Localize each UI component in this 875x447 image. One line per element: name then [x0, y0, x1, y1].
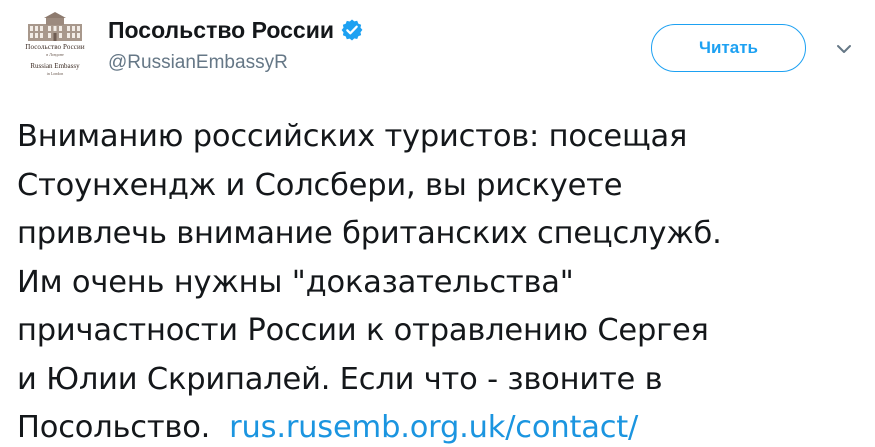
tweet-line-text: Посольство.: [17, 410, 211, 445]
display-name[interactable]: Посольство России: [108, 17, 334, 44]
user-handle[interactable]: @RussianEmbassyR: [108, 52, 364, 74]
avatar-text-ru-sub: в Лондоне: [46, 52, 64, 57]
contact-link[interactable]: rus.rusemb.org.uk/contact/: [229, 410, 638, 445]
avatar-text-en: Russian Embassy: [30, 62, 80, 70]
tweet-header: Посольство России в Лондоне Russian Emba…: [0, 0, 875, 95]
follow-button[interactable]: Читать: [651, 24, 806, 72]
tweet-line: и Юлии Скрипалей. Если что - звоните в: [17, 361, 663, 397]
tweet-line: Стоунхендж и Солсбери, вы рискуете: [17, 167, 623, 203]
tweet-line: Вниманию российских туристов: посещая: [17, 119, 688, 154]
tweet-line: Им очень нужны "доказательства": [17, 264, 574, 300]
display-name-row: Посольство России: [108, 14, 364, 46]
avatar[interactable]: Посольство России в Лондоне Russian Emba…: [14, 12, 96, 84]
tweet-last-line: Посольство. rus.rusemb.org.uk/contact/: [17, 404, 867, 447]
avatar-text-en-sub: in London: [46, 71, 64, 76]
embassy-building-icon: [28, 12, 82, 41]
tweet-text: Вниманию российских туристов: посещая Ст…: [17, 113, 867, 447]
chevron-down-icon[interactable]: [833, 38, 855, 60]
tweet-line: причастности России к отравлению Сергея: [17, 313, 709, 348]
verified-badge-icon: [340, 18, 364, 42]
avatar-text-ru: Посольство России: [25, 43, 85, 51]
tweet-line: привлечь внимание британских спецслужб.: [17, 216, 722, 251]
account-names: Посольство России @RussianEmbassyR: [108, 14, 364, 74]
tweet: Посольство России в Лондоне Russian Emba…: [0, 0, 875, 447]
